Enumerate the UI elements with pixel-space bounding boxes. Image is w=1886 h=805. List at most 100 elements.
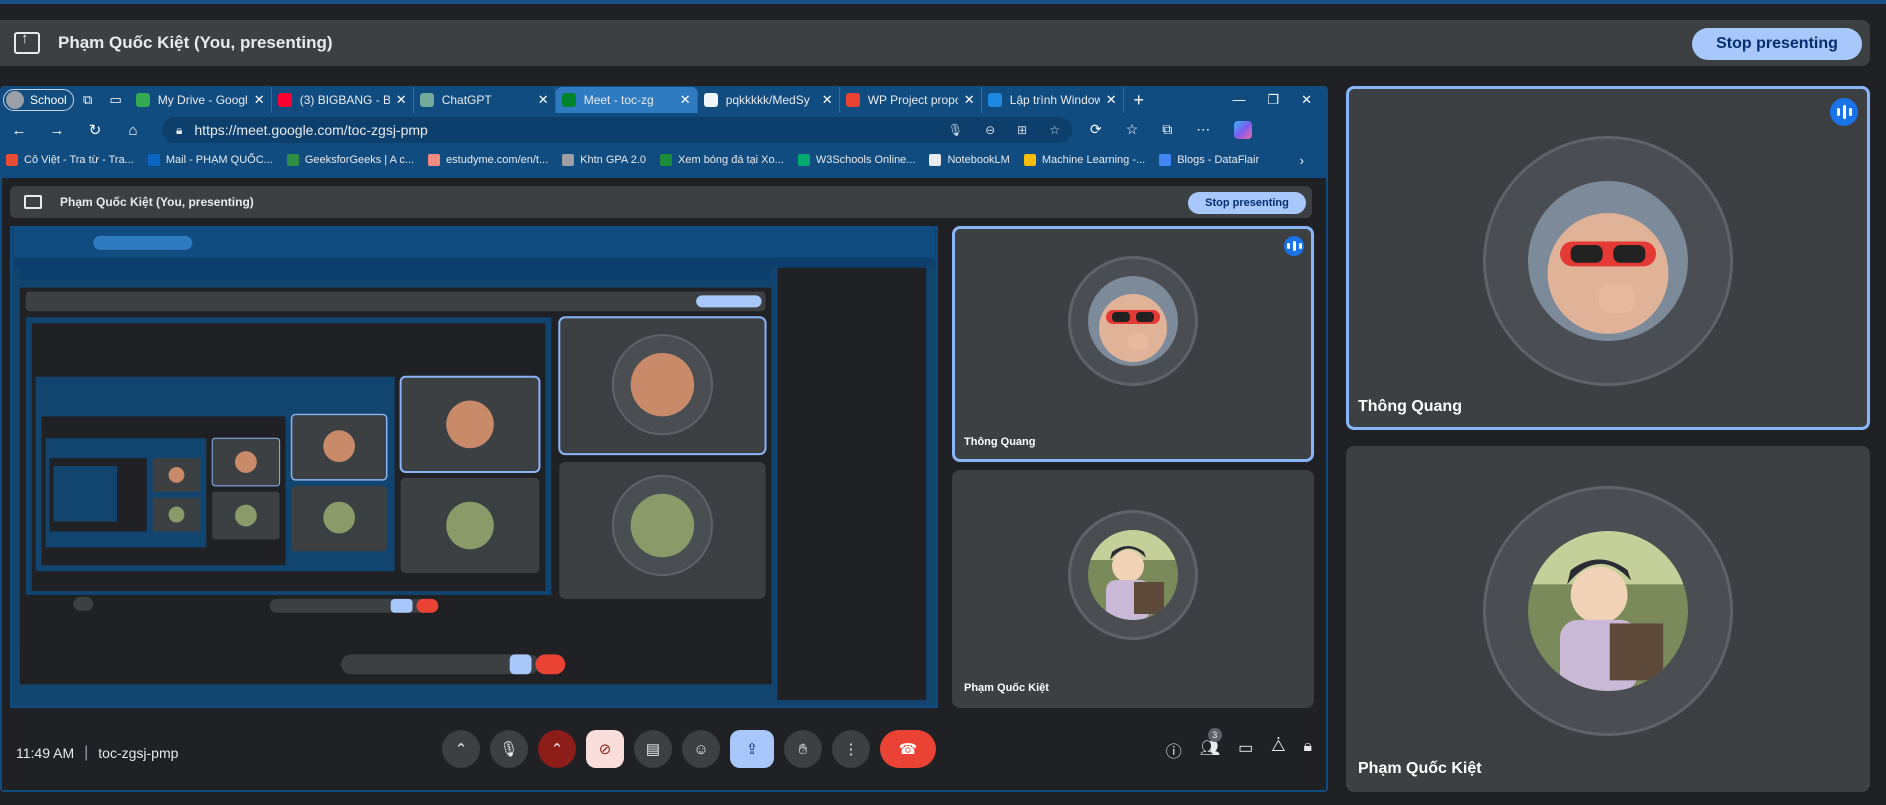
bookmark-label: Cô Việt - Tra từ - Tra... xyxy=(24,154,134,166)
tab-title: My Drive - Google xyxy=(157,93,248,107)
tab-favicon-icon xyxy=(419,93,434,107)
bookmark-item[interactable]: estudyme.com/en/t... xyxy=(428,154,548,166)
browser-tab[interactable]: WP Project propos ✕ xyxy=(840,87,982,113)
tab-actions-icon[interactable]: ▭ xyxy=(102,89,130,111)
restore-icon[interactable]: ❐ xyxy=(1267,92,1279,108)
bookmark-label: GeeksforGeeks | A c... xyxy=(304,154,415,166)
bookmark-item[interactable]: Blogs - DataFlair xyxy=(1159,154,1259,166)
browser-toolbar: ⟳ ☆ ⧉ ⋯ xyxy=(1090,121,1253,139)
captions-icon[interactable]: ▤ xyxy=(634,730,672,768)
close-tab-icon[interactable]: ✕ xyxy=(964,92,975,108)
tab-favicon-icon xyxy=(703,93,718,107)
app-icon[interactable]: ⊞ xyxy=(1017,123,1027,137)
tab-title: WP Project propos xyxy=(867,93,958,107)
tab-favicon-icon xyxy=(987,93,1002,107)
bookmark-favicon-icon xyxy=(6,154,18,166)
bookmark-favicon-icon xyxy=(428,154,441,166)
bookmark-item[interactable]: Mail - PHẠM QUỐC... xyxy=(147,154,273,166)
present-icon xyxy=(14,30,40,54)
call-end-icon[interactable]: ☎︎ xyxy=(880,730,936,768)
bookmark-item[interactable]: GeeksforGeeks | A c... xyxy=(286,154,415,166)
chat-icon[interactable]: ▭ xyxy=(1238,738,1253,762)
top-edge xyxy=(0,0,1886,4)
participant-name: Thông Quang xyxy=(1358,398,1462,415)
present-now-icon[interactable]: ⇪ xyxy=(730,730,774,768)
inner-participant-tile[interactable]: Phạm Quốc Kiệt xyxy=(952,470,1314,708)
favorite-icon[interactable]: ☆ xyxy=(1049,123,1060,137)
workspaces-icon[interactable]: ⧉ xyxy=(74,89,102,111)
address-bar[interactable]: 🔒︎ https://meet.google.com/toc-zgsj-pmp … xyxy=(162,117,1072,143)
chevron-up-icon[interactable]: ⌃ xyxy=(442,730,480,768)
new-tab-button[interactable]: + xyxy=(1124,90,1154,111)
people-count-badge: 3 xyxy=(1207,728,1222,742)
chevron-up-icon[interactable]: ⌃ xyxy=(538,730,576,768)
tabs: My Drive - Google✕(3) BIGBANG - BLU✕Chat… xyxy=(130,87,1124,113)
bookmark-item[interactable]: Khtn GPA 2.0 xyxy=(562,154,646,166)
inner-stop-presenting-button[interactable]: Stop presenting xyxy=(1188,192,1306,214)
activities-icon[interactable]: ⧊ xyxy=(1271,738,1285,762)
close-tab-icon[interactable]: ✕ xyxy=(396,92,407,108)
bookmark-item[interactable]: Machine Learning -... xyxy=(1023,154,1145,166)
close-tab-icon[interactable]: ✕ xyxy=(680,92,691,108)
browser-tab[interactable]: Meet - toc-zg ✕ xyxy=(555,87,698,113)
bookmark-item[interactable]: W3Schools Online... xyxy=(797,154,915,166)
avatar xyxy=(6,91,24,109)
bookmark-favicon-icon xyxy=(929,154,942,166)
bookmark-label: Blogs - DataFlair xyxy=(1177,154,1260,166)
favorites-icon[interactable]: ☆ xyxy=(1126,121,1139,139)
more-icon[interactable]: ⋯ xyxy=(1196,121,1210,139)
zoom-icon[interactable]: ⊖ xyxy=(985,123,995,137)
close-tab-icon[interactable]: ✕ xyxy=(538,92,549,108)
present-icon xyxy=(24,195,42,209)
more-vert-icon[interactable]: ⋮ xyxy=(832,730,870,768)
participant-tile-speaking[interactable]: Thông Quang xyxy=(1346,86,1870,430)
participant-name: Thông Quang xyxy=(964,436,1036,448)
profile-button[interactable]: School xyxy=(3,89,74,111)
browser-tab[interactable]: Lập trình Windows ✕ xyxy=(982,87,1124,113)
avatar xyxy=(1088,276,1178,366)
bookmark-item[interactable]: Cô Việt - Tra từ - Tra... xyxy=(6,154,134,166)
forward-icon[interactable]: → xyxy=(38,122,76,139)
bookmark-label: Khtn GPA 2.0 xyxy=(580,154,647,166)
inner-participant-tile-speaking[interactable]: Thông Quang xyxy=(952,226,1314,462)
presenting-bar: Phạm Quốc Kiệt (You, presenting) Stop pr… xyxy=(0,20,1870,66)
bookmark-item[interactable]: Xem bóng đá tại Xo... xyxy=(660,154,784,166)
browser-tab[interactable]: (3) BIGBANG - BLU ✕ xyxy=(272,87,414,113)
mic-icon[interactable]: 🎙︎ xyxy=(948,123,963,137)
raise-hand-icon[interactable]: ✋︎ xyxy=(784,730,822,768)
close-icon[interactable]: ✕ xyxy=(1301,92,1312,108)
copilot-icon[interactable] xyxy=(1234,121,1253,139)
participant-tile[interactable]: Phạm Quốc Kiệt xyxy=(1346,446,1870,792)
shared-browser-window: School ⧉ ▭ My Drive - Google ✕ (3) BIGBANG… xyxy=(0,86,1328,792)
speaking-indicator-icon xyxy=(1284,236,1304,256)
back-icon[interactable]: ← xyxy=(0,122,38,139)
bookmark-item[interactable]: NotebookLM xyxy=(929,154,1010,166)
browser-tab[interactable]: pqkkkkk/MedSy ✕ xyxy=(698,87,840,113)
stop-presenting-button[interactable]: Stop presenting xyxy=(1692,28,1862,60)
bookmarks-bar: Cô Việt - Tra từ - Tra... Mail - PHẠM QUỐ… xyxy=(0,148,1328,172)
mic-icon[interactable]: 🎙︎ xyxy=(490,730,528,768)
refresh-icon[interactable]: ↻ xyxy=(76,121,114,139)
chevron-right-icon[interactable]: › xyxy=(1300,153,1304,168)
bookmark-favicon-icon xyxy=(797,154,810,166)
call-controls: ⌃ 🎙︎ ⌃ ⊘ ▤ ☺ ⇪ ✋︎ ⋮ ☎︎ xyxy=(442,730,936,768)
close-tab-icon[interactable]: ✕ xyxy=(822,92,833,108)
browser-tab[interactable]: ChatGPT ✕ xyxy=(414,87,556,113)
tab-title: pqkkkkk/MedSy xyxy=(725,93,810,107)
close-tab-icon[interactable]: ✕ xyxy=(254,92,265,108)
people-icon[interactable]: 👥︎ 3 xyxy=(1200,728,1222,762)
camera-off-icon[interactable]: ⊘ xyxy=(586,730,624,768)
browser-tab[interactable]: My Drive - Google ✕ xyxy=(130,87,272,113)
home-icon[interactable]: ⌂ xyxy=(114,122,152,139)
host-controls-icon[interactable]: 🔒︎ xyxy=(1303,738,1312,762)
site-info-icon[interactable]: 🔒︎ xyxy=(176,123,182,138)
extensions-icon[interactable]: ⟳ xyxy=(1090,121,1102,139)
close-tab-icon[interactable]: ✕ xyxy=(1106,92,1117,108)
avatar xyxy=(1528,531,1688,691)
participant-name: Phạm Quốc Kiệt xyxy=(964,682,1049,694)
emoji-icon[interactable]: ☺ xyxy=(682,730,720,768)
participant-name: Phạm Quốc Kiệt xyxy=(1358,760,1482,777)
collections-icon[interactable]: ⧉ xyxy=(1162,121,1172,139)
minimize-icon[interactable]: — xyxy=(1232,92,1245,108)
info-icon[interactable]: ⓘ xyxy=(1166,738,1182,762)
